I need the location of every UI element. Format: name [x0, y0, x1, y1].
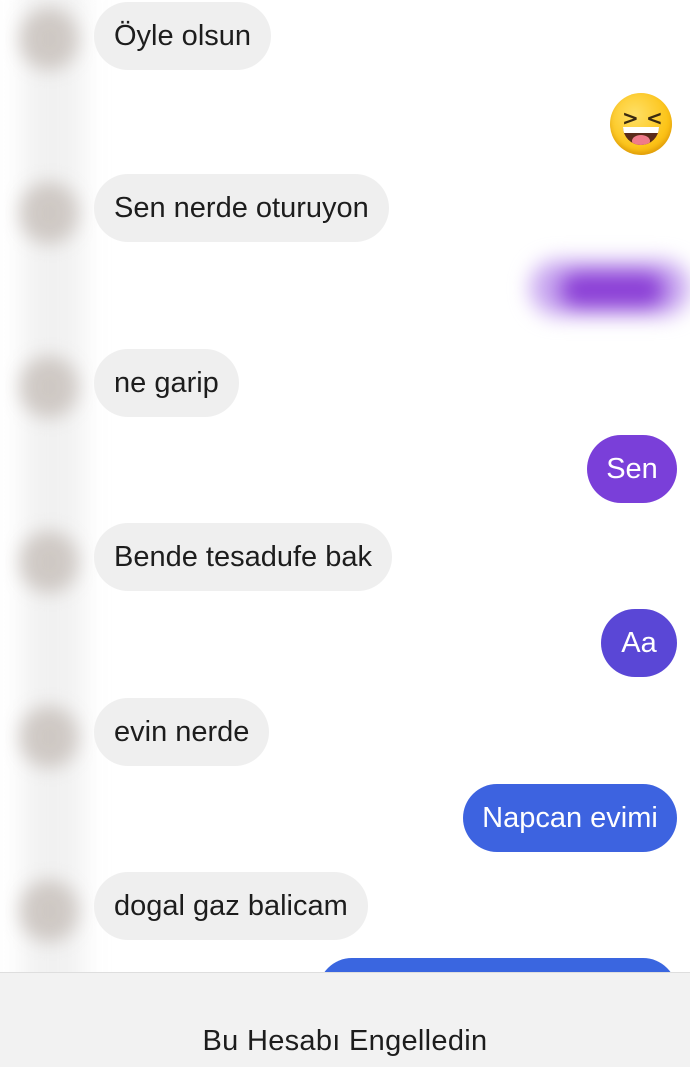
message-thread[interactable]: Öyle olsun > < Sen nerde oturuyon ne gar…: [0, 0, 690, 1066]
incoming-message[interactable]: dogal gaz balicam: [94, 872, 368, 940]
contact-avatar[interactable]: [20, 880, 78, 942]
incoming-message[interactable]: ne garip: [94, 349, 239, 417]
redacted-message[interactable]: [520, 252, 690, 330]
contact-avatar[interactable]: [20, 8, 78, 70]
incoming-message[interactable]: evin nerde: [94, 698, 270, 766]
laughing-emoji-icon[interactable]: > <: [610, 93, 672, 155]
outgoing-message[interactable]: Sen: [587, 435, 677, 503]
blocked-account-banner: Bu Hesabı Engelledin: [0, 972, 690, 1067]
incoming-message[interactable]: Sen nerde oturuyon: [94, 174, 389, 242]
blocked-account-label: Bu Hesabı Engelledin: [202, 1025, 488, 1057]
outgoing-message[interactable]: Aa: [601, 609, 677, 677]
contact-avatar[interactable]: [20, 706, 78, 768]
incoming-message[interactable]: Öyle olsun: [94, 2, 272, 70]
contact-avatar[interactable]: [20, 531, 78, 593]
incoming-message[interactable]: Bende tesadufe bak: [94, 523, 392, 591]
contact-avatar[interactable]: [20, 182, 78, 244]
outgoing-message[interactable]: Napcan evimi: [463, 784, 677, 852]
contact-avatar[interactable]: [20, 356, 78, 418]
